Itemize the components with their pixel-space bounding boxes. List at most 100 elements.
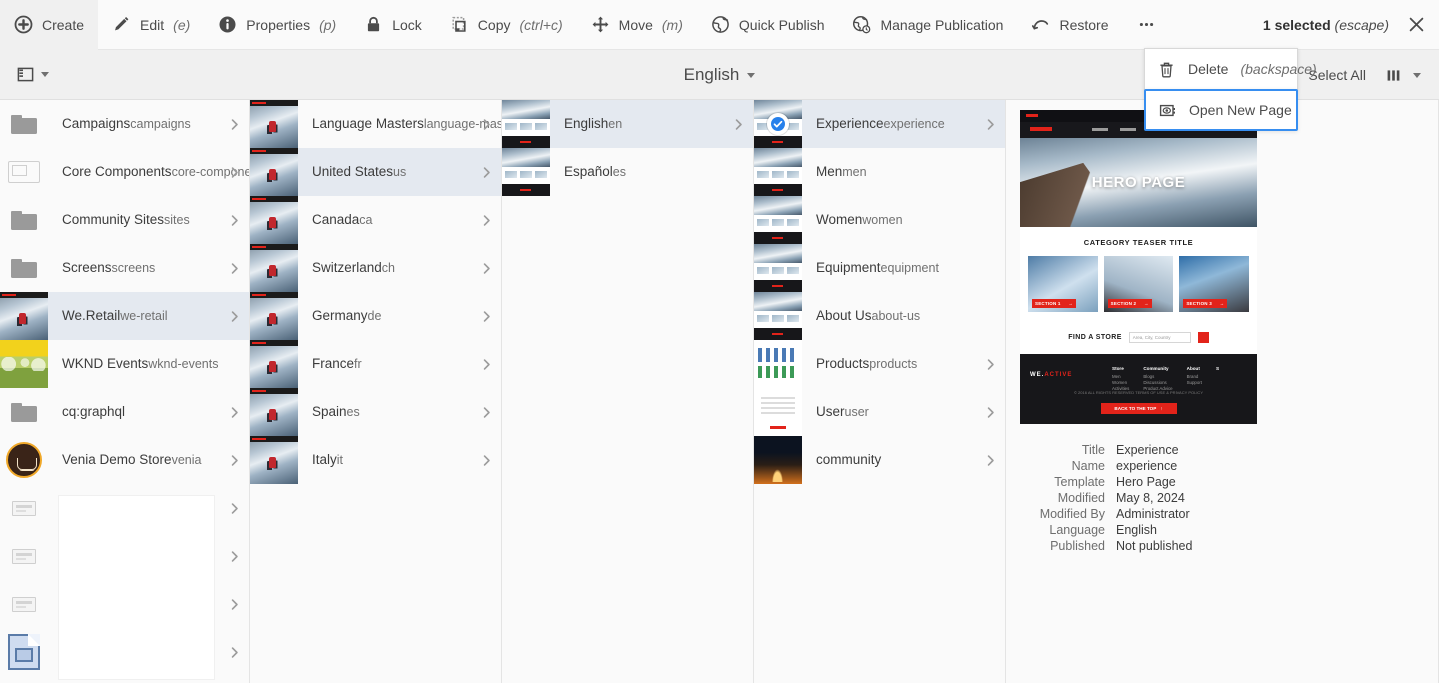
column-row[interactable]: Italyit [250,436,501,484]
column-sites-root[interactable]: Campaignscampaigns Core Componentscore-co… [0,100,250,683]
column-row[interactable]: Menmen [754,148,1005,196]
create-button[interactable]: Create [0,0,99,50]
preview-find-store-label: FIND A STORE [1068,333,1122,341]
column-en-children[interactable]: Experienceexperience Menmen Womenwomen Equi… [754,100,1006,683]
column-row[interactable]: WKND Eventswknd-events [0,340,249,388]
column-row[interactable]: United Statesus [250,148,501,196]
row-title: Venia Demo Store [62,452,172,467]
column-row[interactable]: community [754,436,1005,484]
row-text: About Usabout-us [802,307,981,325]
trash-icon [1157,60,1176,79]
column-row[interactable]: Womenwomen [754,196,1005,244]
chevron-right-icon [477,358,495,371]
manage-publication-button[interactable]: Manage Publication [838,0,1017,50]
column-view-button[interactable] [1384,66,1421,85]
column-row[interactable]: Language Masterslanguage-masters [250,100,501,148]
page-thumbnail-preview: HERO PAGE CATEGORY TEASER TITLE SECTION … [1020,110,1257,424]
row-name: us [393,165,407,179]
row-thumbnail [250,196,298,244]
copy-label: Copy [477,16,511,33]
preview-teaser-card: SECTION 1 → [1028,256,1098,312]
column-row[interactable]: Venia Demo Storevenia [0,436,249,484]
copy-button[interactable]: Copy (ctrl+c) [436,0,577,50]
column-row[interactable]: About Usabout-us [754,292,1005,340]
move-label: Move [618,16,653,33]
column-row[interactable]: Canadaca [250,196,501,244]
preview-panel: HERO PAGE CATEGORY TEASER TITLE SECTION … [1006,100,1439,683]
properties-button[interactable]: Properties (p) [204,0,350,50]
move-icon [591,15,610,34]
language-picker[interactable]: English [684,65,756,85]
restore-button[interactable]: Restore [1017,0,1122,50]
row-text: Venia Demo Storevenia [48,451,225,469]
select-all-button[interactable]: Select All [1308,67,1366,83]
checkmark-icon [767,113,789,135]
chevron-right-icon [981,406,999,419]
column-row[interactable]: Equipmentequipment [754,244,1005,292]
column-row[interactable]: Core Componentscore-components-exa... [0,148,249,196]
column-row[interactable]: Community Sitessites [0,196,249,244]
wireframe-icon [8,161,40,183]
column-row[interactable]: Englishen [502,100,753,148]
metadata-value: Not published [1116,539,1193,553]
row-text: cq:graphql [48,403,225,421]
column-row[interactable]: Screensscreens [0,244,249,292]
menu-item-delete-label: Delete [1188,61,1229,77]
row-title: Campaigns [62,116,131,131]
thumbnail-image [250,148,298,196]
quick-publish-button[interactable]: Quick Publish [697,0,839,50]
edit-label: Edit [140,16,165,33]
row-text: Language Masterslanguage-masters [298,115,501,133]
metadata-value: Experience [1116,443,1179,457]
secondary-toolbar-right: Select All [1308,50,1439,100]
more-actions-button[interactable] [1123,0,1170,50]
row-thumbnail [754,148,802,196]
row-text: Canadaca [298,211,477,229]
row-title: User [816,404,845,419]
column-row[interactable]: Francefr [250,340,501,388]
edit-button[interactable]: Edit (e) [98,0,204,50]
thumbnail-image [0,340,48,388]
row-thumbnail [0,484,48,532]
menu-item-delete[interactable]: Delete (backspace) [1145,49,1317,89]
row-thumbnail [250,340,298,388]
metadata-key: Name [1071,459,1105,473]
column-we-retail-children[interactable]: Language Masterslanguage-masters United S… [250,100,502,683]
column-row[interactable]: Switzerlandch [250,244,501,292]
close-selection-button[interactable] [1393,0,1439,50]
row-title: Women [816,212,863,227]
chevron-right-icon [225,214,243,227]
thumbnail-image [754,340,802,388]
row-thumbnail [250,100,298,148]
column-row[interactable]: Useruser [754,388,1005,436]
lock-button[interactable]: Lock [350,0,436,50]
move-button[interactable]: Move (m) [577,0,697,50]
more-icon [1137,15,1156,34]
chevron-right-icon [225,550,243,563]
metadata-key: Modified [1057,491,1105,505]
row-thumbnail [250,436,298,484]
preview-back-to-top-button: BACK TO THE TOP ↑ [1100,403,1177,414]
row-name: campaigns [130,117,191,131]
column-row[interactable]: Spaines [250,388,501,436]
column-row[interactable]: cq:graphql [0,388,249,436]
column-row[interactable]: Campaignscampaigns [0,100,249,148]
column-row[interactable]: Experienceexperience [754,100,1005,148]
row-title: About Us [816,308,872,323]
thumbnail-image [754,196,802,244]
arrow-right-icon: → [1219,301,1225,306]
column-row[interactable]: We.Retailwe-retail [0,292,249,340]
preview-footer-heading: S [1216,366,1220,371]
row-text: Englishen [550,115,729,133]
preview-footer: WE.ACTIVE Store Men Women Activities Commu… [1020,354,1257,424]
row-thumbnail [0,244,48,292]
close-icon [1407,15,1426,34]
view-switcher-button[interactable] [0,65,49,84]
column-row[interactable]: Germanyde [250,292,501,340]
preview-teaser-title: CATEGORY TEASER TITLE [1083,238,1194,247]
column-row[interactable]: Productsproducts [754,340,1005,388]
column-us-children[interactable]: Englishen Españoles [502,100,754,683]
selection-label: selected [1274,16,1331,33]
menu-item-open-new-page[interactable]: Open New Page [1146,91,1296,129]
column-row[interactable]: Españoles [502,148,753,196]
